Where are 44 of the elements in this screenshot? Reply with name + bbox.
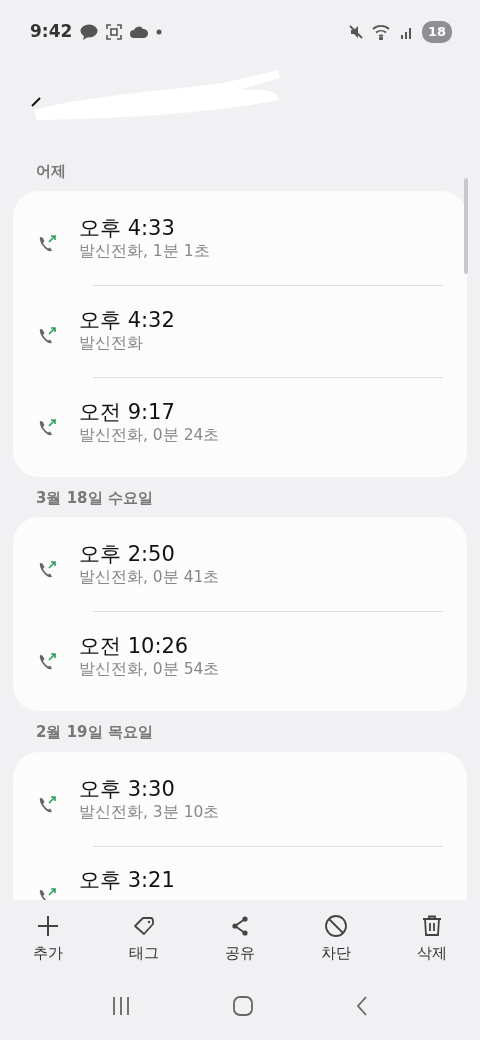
call-detail: 발신전화, 3분 10초 [79, 801, 220, 823]
section-header: 2월 19일 목요일 [35, 722, 154, 743]
toolbar-button[interactable]: 추가 [0, 910, 96, 982]
toolbar-button[interactable]: 태그 [96, 910, 192, 982]
section-header: 어제 [35, 161, 67, 182]
chat-bubble-icon [80, 24, 99, 40]
screenshot-icon [106, 24, 123, 40]
battery-level: 18 [421, 21, 452, 43]
recent-apps-icon[interactable] [110, 995, 132, 1017]
call-time[interactable]: 오후 2:50 [79, 541, 220, 568]
call-time[interactable]: 오전 10:26 [79, 633, 220, 660]
toolbar-button[interactable]: 차단 [288, 910, 384, 982]
tag-icon [132, 914, 156, 938]
outgoing-call-icon [37, 233, 57, 254]
call-time[interactable]: 오후 3:21 [79, 867, 175, 894]
call-detail: 발신전화, 1분 1초 [79, 240, 210, 262]
outgoing-call-icon [37, 794, 57, 815]
outgoing-call-icon [37, 652, 57, 672]
block-icon [324, 914, 348, 938]
call-detail: 발신전화, 0분 41초 [79, 567, 220, 589]
call-detail: 발신전화, 0분 54초 [79, 659, 220, 681]
signal-icon [399, 25, 414, 39]
wifi-icon [371, 24, 392, 40]
home-icon[interactable] [232, 995, 254, 1017]
call-time[interactable]: 오전 9:17 [79, 398, 220, 425]
outgoing-call-icon [37, 417, 57, 438]
outgoing-call-icon [37, 560, 57, 580]
call-detail: 발신전화 [79, 332, 144, 354]
status-time: 9:42 [30, 20, 73, 44]
call-time[interactable]: 오후 4:33 [79, 214, 210, 241]
section-header: 3월 18일 수요일 [35, 487, 154, 509]
call-detail: 발신전화, 0분 24초 [79, 424, 220, 446]
cloud-icon [130, 26, 149, 38]
trash-icon [420, 914, 444, 938]
toolbar-button[interactable]: 삭제 [384, 910, 480, 982]
call-time[interactable]: 오후 3:30 [79, 775, 220, 802]
back-icon[interactable] [354, 995, 370, 1017]
outgoing-call-icon [37, 325, 57, 346]
outgoing-call-icon [37, 886, 57, 900]
call-time[interactable]: 오후 4:32 [79, 306, 175, 333]
toolbar-button[interactable]: 공유 [192, 910, 288, 982]
dot-icon [156, 29, 163, 35]
plus-icon [36, 914, 60, 938]
mute-icon [347, 24, 364, 40]
